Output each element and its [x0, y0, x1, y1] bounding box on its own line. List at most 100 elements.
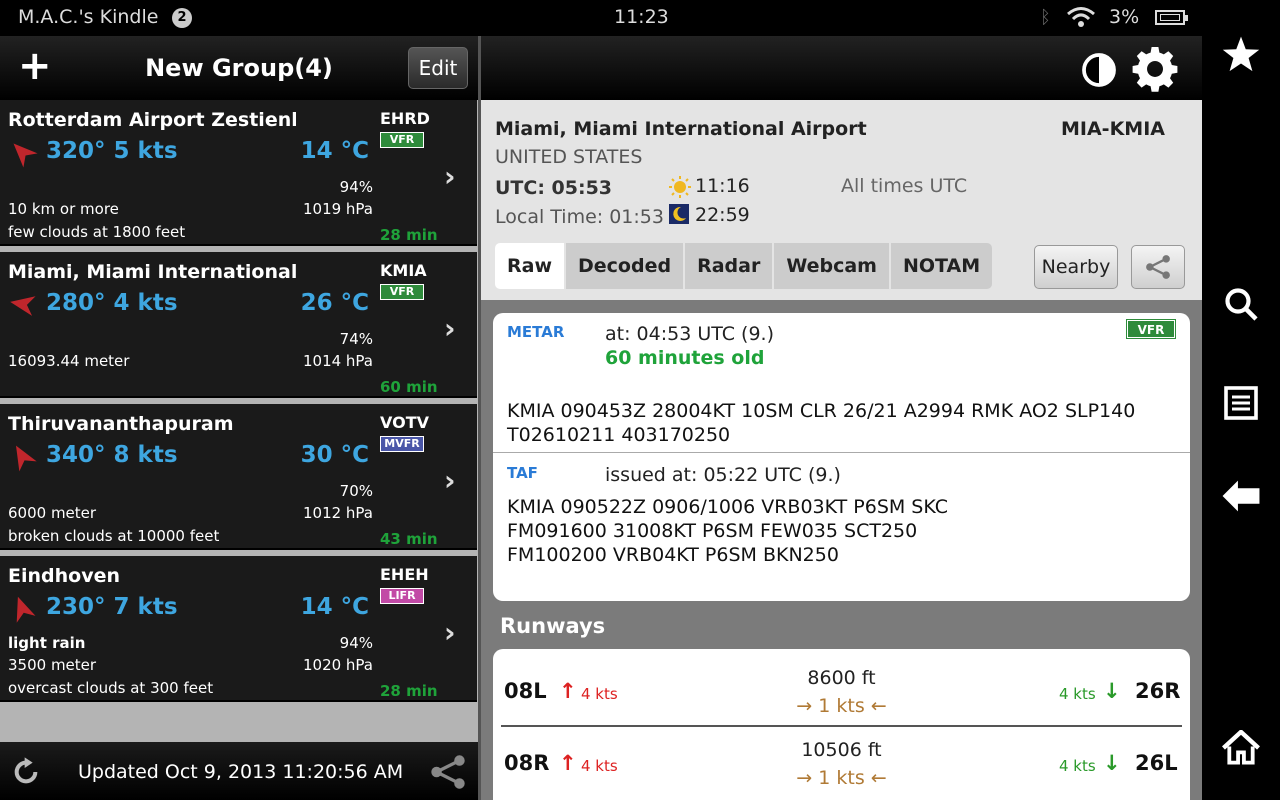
- station-list-pane: + New Group(4) Edit Rotterdam Airport Ze…: [0, 36, 478, 800]
- home-icon[interactable]: [1221, 728, 1261, 768]
- bluetooth-icon: ᛒ: [1040, 7, 1051, 28]
- sunrise-icon: [669, 176, 691, 202]
- taf-raw: KMIA 090522Z 0906/1006 VRB03KT P6SM SKC …: [507, 496, 949, 566]
- clouds: broken clouds at 10000 feet: [8, 527, 220, 545]
- menu-icon[interactable]: [1221, 383, 1261, 423]
- pressure: 1012 hPa: [302, 504, 373, 522]
- back-icon[interactable]: [1221, 476, 1261, 516]
- report-tabs: Raw Decoded Radar Webcam NOTAM: [495, 243, 993, 289]
- report-age: 28 min: [380, 226, 438, 244]
- visibility: 16093.44 meter: [8, 352, 130, 370]
- station-card[interactable]: Rotterdam Airport Zestienho... EHRD VFR …: [0, 100, 477, 246]
- humidity: 94%: [339, 178, 373, 196]
- metar-label: METAR: [507, 323, 565, 341]
- chevron-right-icon: ›: [444, 464, 456, 497]
- humidity: 74%: [339, 330, 373, 348]
- wind: 230° 7 kts: [46, 594, 178, 620]
- station-name: Rotterdam Airport Zestienho...: [8, 109, 296, 131]
- status-bar: M.A.C.'s Kindle 2 11:23 ᛒ 3%: [0, 0, 1202, 36]
- tab-notam[interactable]: NOTAM: [890, 243, 993, 289]
- station-name: Thiruvananthapuram: [8, 413, 234, 435]
- station-detail-pane: Miami, Miami International Airport MIA-K…: [481, 36, 1202, 800]
- detail-header: [481, 36, 1202, 100]
- humidity: 70%: [339, 482, 373, 500]
- nearby-button[interactable]: Nearby: [1034, 245, 1118, 289]
- flight-category-badge: MVFR: [380, 436, 424, 452]
- clouds: overcast clouds at 300 feet: [8, 679, 214, 697]
- time-zone-note: All times UTC: [841, 175, 968, 197]
- utc-time: UTC: 05:53: [495, 177, 613, 199]
- report-age: 28 min: [380, 682, 438, 700]
- tab-radar[interactable]: Radar: [685, 243, 775, 289]
- runway-row[interactable]: 08R ↑ 4 kts 10506 ft → 1 kts ← 4 kts ↓ 2…: [493, 727, 1190, 797]
- clouds: few clouds at 1800 feet: [8, 223, 186, 241]
- temperature: 30 °C: [300, 442, 369, 468]
- contrast-icon[interactable]: [1081, 52, 1117, 92]
- sunset-icon: [669, 204, 689, 228]
- tailwind-arrow-icon: ↓: [1103, 751, 1121, 775]
- chevron-right-icon: ›: [444, 616, 456, 649]
- last-updated: Updated Oct 9, 2013 11:20:56 AM: [78, 761, 404, 783]
- report-age: 43 min: [380, 530, 438, 548]
- sunrise-time: 11:16: [695, 175, 750, 197]
- station-name: Miami, Miami International ...: [8, 261, 296, 283]
- star-icon[interactable]: [1221, 34, 1261, 74]
- station-code: KMIA: [380, 261, 427, 280]
- flight-category-badge: LIFR: [380, 588, 424, 604]
- pressure: 1019 hPa: [302, 200, 373, 218]
- station-code: VOTV: [380, 413, 429, 432]
- local-time: Local Time: 01:53: [495, 206, 664, 228]
- refresh-icon[interactable]: [10, 756, 42, 792]
- runway-id: 26L: [1135, 751, 1178, 775]
- wind-direction-icon: [8, 594, 36, 626]
- flight-category-badge: VFR: [380, 284, 424, 300]
- chevron-right-icon: ›: [444, 160, 456, 193]
- notification-badge[interactable]: 2: [172, 8, 192, 28]
- share-button[interactable]: [1131, 245, 1185, 289]
- edit-button[interactable]: Edit: [408, 47, 468, 89]
- station-card[interactable]: Miami, Miami International ... KMIA VFR …: [0, 252, 477, 398]
- crosswind-value: 1 kts: [818, 695, 865, 717]
- temperature: 14 °C: [300, 594, 369, 620]
- clock: 11:23: [614, 6, 669, 28]
- tab-webcam[interactable]: Webcam: [774, 243, 891, 289]
- pressure: 1020 hPa: [302, 656, 373, 674]
- group-header: + New Group(4) Edit: [0, 36, 478, 100]
- station-name: Eindhoven: [8, 565, 120, 587]
- tab-raw[interactable]: Raw: [495, 243, 567, 289]
- visibility: 10 km or more: [8, 200, 119, 218]
- group-title: New Group(4): [145, 54, 333, 82]
- metar-age: 60 minutes old: [605, 347, 765, 369]
- station-code: EHRD: [380, 109, 430, 128]
- wind-direction-icon: [8, 138, 38, 170]
- taf-label: TAF: [507, 464, 538, 482]
- system-nav-bar: [1202, 0, 1280, 800]
- battery-percent: 3%: [1109, 6, 1140, 28]
- wind: 340° 8 kts: [46, 442, 178, 468]
- runways-heading: Runways: [500, 614, 606, 638]
- wind-direction-icon: [8, 290, 36, 322]
- airport-name: Miami, Miami International Airport: [495, 118, 867, 140]
- visibility: 3500 meter: [8, 656, 97, 674]
- wind-direction-icon: [8, 442, 37, 474]
- country: UNITED STATES: [495, 146, 643, 168]
- weather: light rain: [8, 634, 86, 652]
- wind: 320° 5 kts: [46, 138, 178, 164]
- search-icon[interactable]: [1221, 284, 1261, 324]
- report-age: 60 min: [380, 378, 438, 396]
- divider: [493, 452, 1190, 453]
- tailwind: 4 kts: [1059, 685, 1096, 703]
- taf-time: issued at: 05:22 UTC (9.): [605, 464, 841, 486]
- runway-row[interactable]: 08L ↑ 4 kts 8600 ft → 1 kts ← 4 kts ↓ 26…: [493, 655, 1190, 727]
- station-card[interactable]: Thiruvananthapuram VOTV MVFR 340° 8 kts …: [0, 404, 477, 550]
- crosswind-value: 1 kts: [818, 767, 865, 789]
- runway-id: 26R: [1135, 679, 1181, 703]
- station-card[interactable]: Eindhoven EHEH LIFR 230° 7 kts 14 °C 94%…: [0, 556, 477, 702]
- humidity: 94%: [339, 634, 373, 652]
- metar-time: at: 04:53 UTC (9.): [605, 323, 774, 345]
- share-icon[interactable]: [428, 754, 468, 794]
- device-name: M.A.C.'s Kindle: [18, 6, 159, 28]
- flight-category-badge: VFR: [380, 132, 424, 148]
- tab-decoded[interactable]: Decoded: [566, 243, 686, 289]
- gear-icon[interactable]: [1131, 45, 1179, 97]
